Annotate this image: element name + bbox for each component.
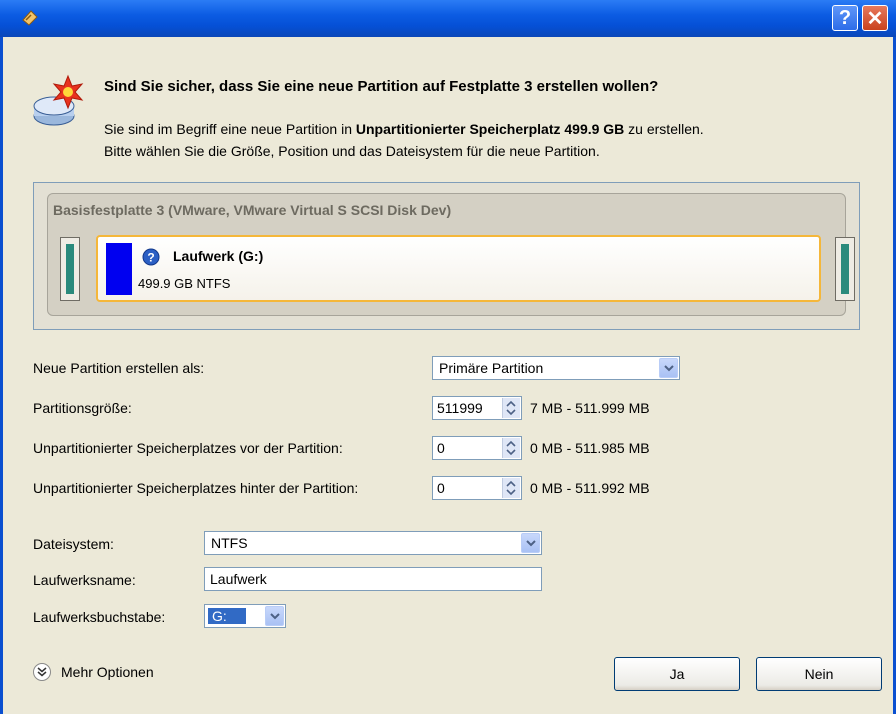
question-mark-icon: ?: [142, 248, 160, 266]
create-as-label: Neue Partition erstellen als:: [33, 360, 205, 376]
volume-name-field[interactable]: Laufwerk: [204, 567, 542, 591]
after-range: 0 MB - 511.992 MB: [530, 480, 650, 496]
before-stepper[interactable]: 0: [432, 436, 522, 460]
yes-button[interactable]: Ja: [614, 657, 740, 691]
create-as-select[interactable]: Primäre Partition: [432, 356, 680, 380]
before-value: 0: [437, 440, 445, 456]
info-line2: Bitte wählen Sie die Größe, Position und…: [104, 143, 600, 159]
close-button[interactable]: ✕: [862, 5, 888, 31]
new-partition-icon: [33, 74, 84, 126]
drive-letter-value: G:: [208, 608, 246, 624]
app-icon: [22, 10, 38, 26]
filesystem-value: NTFS: [211, 535, 248, 551]
chevron-down-icon[interactable]: [521, 533, 540, 553]
volume-info: 499.9 GB NTFS: [138, 276, 231, 291]
size-label: Partitionsgröße:: [33, 400, 132, 416]
letter-label: Laufwerksbuchstabe:: [33, 609, 166, 625]
title-bar: ? ✕: [0, 0, 896, 37]
create-as-value: Primäre Partition: [439, 360, 544, 376]
disk-title: Basisfestplatte 3 (VMware, VMware Virtua…: [53, 202, 452, 218]
volume-name-value: Laufwerk: [210, 571, 267, 587]
chevron-down-icon[interactable]: [265, 606, 284, 626]
after-stepper[interactable]: 0: [432, 476, 522, 500]
volume-color-swatch: [106, 243, 132, 295]
after-label: Unpartitionierter Speicherplatzes hinter…: [33, 480, 359, 496]
confirm-question: Sind Sie sicher, dass Sie eine neue Part…: [104, 78, 659, 95]
more-options-label: Mehr Optionen: [61, 664, 154, 680]
window-border-left: [0, 37, 3, 714]
double-chevron-down-icon[interactable]: [33, 663, 51, 681]
size-stepper[interactable]: 511999: [432, 396, 522, 420]
fs-label: Dateisystem:: [33, 536, 114, 552]
volume-name: Laufwerk (G:): [173, 248, 264, 264]
size-range: 7 MB - 511.999 MB: [530, 400, 650, 416]
volname-label: Laufwerksname:: [33, 572, 136, 588]
info-text: Sie sind im Begriff eine neue Partition …: [104, 118, 704, 162]
spin-arrows-icon[interactable]: [502, 438, 520, 458]
unallocated-right-marker: [835, 237, 855, 301]
spin-arrows-icon[interactable]: [502, 478, 520, 498]
before-label: Unpartitionierter Speicherplatzes vor de…: [33, 440, 343, 456]
drive-letter-select[interactable]: G:: [204, 604, 286, 628]
more-options-toggle[interactable]: Mehr Optionen: [33, 663, 154, 681]
spin-arrows-icon[interactable]: [502, 398, 520, 418]
svg-text:?: ?: [147, 251, 154, 265]
unallocated-left-marker: [60, 237, 80, 301]
info-prefix: Sie sind im Begriff eine neue Partition …: [104, 121, 356, 137]
partition-block[interactable]: [96, 235, 821, 302]
info-suffix: zu erstellen.: [624, 121, 704, 137]
size-value: 511999: [437, 400, 483, 416]
no-button[interactable]: Nein: [756, 657, 882, 691]
help-button[interactable]: ?: [832, 5, 858, 31]
chevron-down-icon[interactable]: [659, 358, 678, 378]
filesystem-select[interactable]: NTFS: [204, 531, 542, 555]
info-bold: Unpartitionierter Speicherplatz 499.9 GB: [355, 121, 625, 137]
before-range: 0 MB - 511.985 MB: [530, 440, 650, 456]
after-value: 0: [437, 480, 445, 496]
